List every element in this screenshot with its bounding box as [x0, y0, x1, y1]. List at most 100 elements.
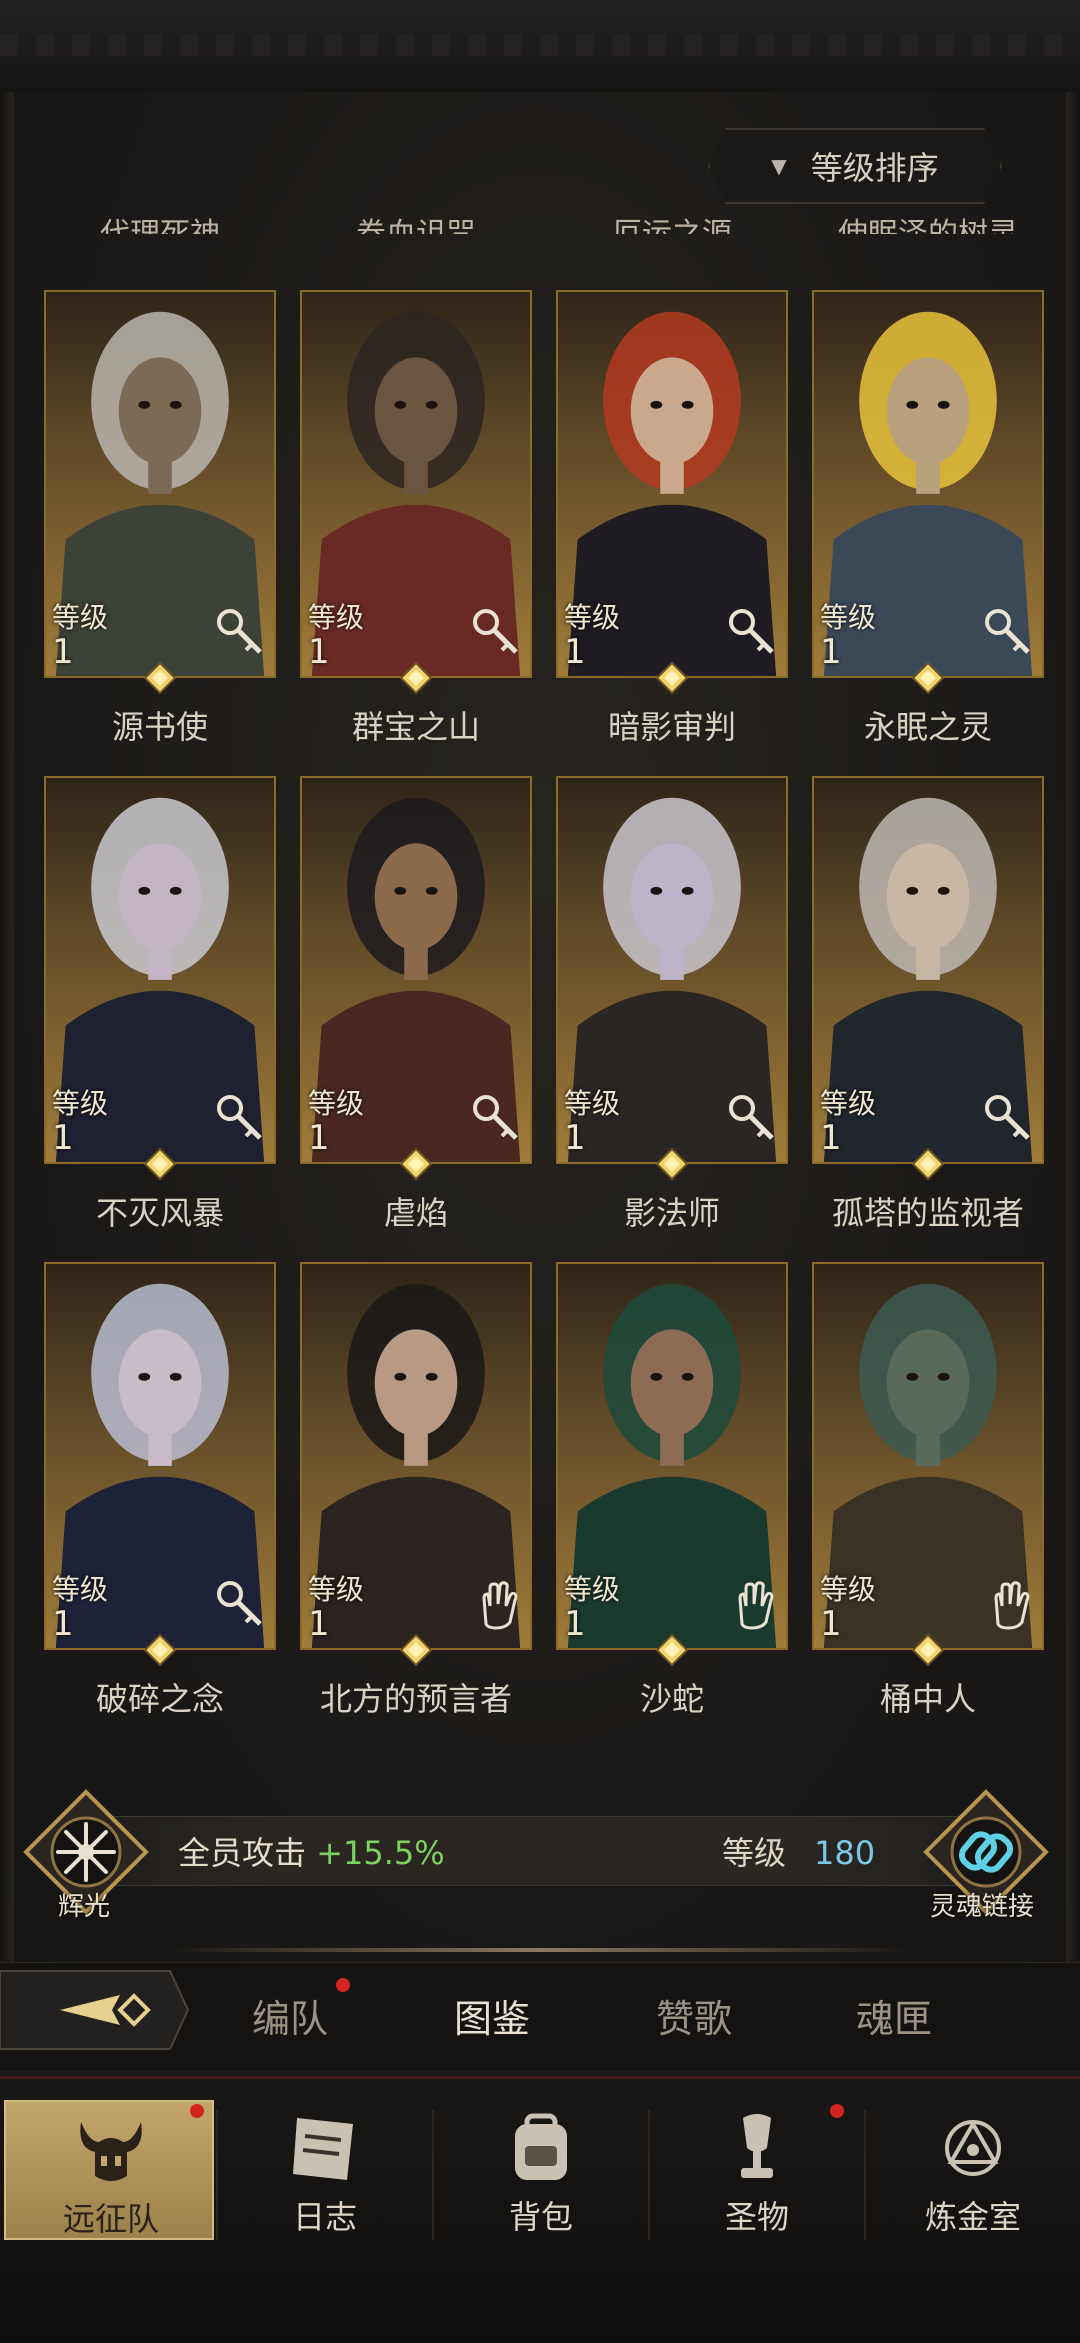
- level-value: 1: [564, 632, 586, 672]
- hero-name: 源书使: [111, 708, 208, 746]
- nav-separator: [864, 2110, 866, 2240]
- level-label: 等级: [564, 1573, 621, 1606]
- diamond-gem-icon: [912, 1148, 944, 1180]
- portrait-frame: 等级 1: [44, 290, 276, 678]
- hero-name: 虐焰: [383, 1194, 448, 1232]
- level-label: 等级: [820, 601, 877, 634]
- portrait-frame: 等级 1: [556, 776, 788, 1164]
- level-value: 1: [564, 1604, 586, 1644]
- attack-value: +15.5%: [316, 1834, 445, 1872]
- level-label: 等级: [820, 1087, 877, 1120]
- hand-icon: [738, 1581, 774, 1630]
- level-value: 1: [308, 1118, 330, 1158]
- nav-expedition[interactable]: 远征队: [4, 2100, 214, 2240]
- back-button-icon[interactable]: [0, 1965, 190, 2055]
- level-label: 等级: [820, 1573, 877, 1606]
- hero-name: 暗影审判: [607, 708, 736, 746]
- hand-icon: [994, 1581, 1030, 1630]
- backpack-icon: [515, 2113, 567, 2180]
- key-icon: [217, 609, 262, 654]
- top-frame: [0, 0, 1080, 94]
- divider: [170, 1948, 910, 1952]
- level-value: 1: [308, 632, 330, 672]
- nav-label: 日志: [292, 2198, 357, 2236]
- notification-dot: [190, 2104, 204, 2118]
- level-value: 1: [820, 632, 842, 672]
- nav-journal[interactable]: 日志: [220, 2100, 430, 2240]
- right-frame: [1066, 92, 1080, 1962]
- nav-relics[interactable]: 圣物: [652, 2100, 862, 2240]
- level-label: 等级: [308, 1087, 365, 1120]
- tab-formation[interactable]: 编队: [252, 1988, 328, 2043]
- diamond-gem-icon: [656, 1634, 688, 1666]
- nav-label: 远征队: [62, 2200, 159, 2238]
- nav-separator: [432, 2110, 434, 2240]
- attack-bonus: 全员攻击 +15.5%: [178, 1828, 445, 1874]
- total-level: 等级 180: [722, 1828, 875, 1874]
- top-name: 代理死神: [44, 206, 276, 234]
- key-icon: [729, 1095, 774, 1140]
- portrait-frame: 等级 1: [300, 1262, 532, 1650]
- total-level-value: 180: [814, 1834, 876, 1872]
- level-value: 1: [820, 1604, 842, 1644]
- nav-label: 圣物: [724, 2198, 789, 2236]
- hero-name: 影法师: [623, 1194, 720, 1232]
- scroll-icon: [293, 2118, 353, 2180]
- portrait-frame: 等级 1: [812, 290, 1044, 678]
- level-value: 1: [52, 1604, 74, 1644]
- portrait-frame: 等级 1: [812, 776, 1044, 1164]
- diamond-gem-icon: [400, 1634, 432, 1666]
- level-label: 等级: [52, 1573, 109, 1606]
- diamond-gem-icon: [912, 662, 944, 694]
- diamond-gem-icon: [656, 662, 688, 694]
- nav-backpack[interactable]: 背包: [436, 2100, 646, 2240]
- horned-helmet-icon: [80, 2122, 142, 2181]
- key-icon: [985, 609, 1030, 654]
- nav-label: 背包: [508, 2198, 573, 2236]
- notification-dot: [830, 2104, 844, 2118]
- level-value: 1: [564, 1118, 586, 1158]
- tab-codex[interactable]: 图鉴: [454, 1988, 530, 2043]
- tab-anthem[interactable]: 赞歌: [656, 1988, 732, 2043]
- portrait-frame: 等级 1: [300, 776, 532, 1164]
- nav-alchemy[interactable]: 炼金室: [868, 2100, 1078, 2240]
- level-label: 等级: [564, 601, 621, 634]
- diamond-gem-icon: [400, 662, 432, 694]
- total-level-label: 等级: [722, 1834, 787, 1872]
- hand-icon: [482, 1581, 518, 1630]
- key-icon: [217, 1581, 262, 1626]
- hero-name: 群宝之山: [351, 708, 480, 746]
- nav-label: 炼金室: [924, 2198, 1021, 2236]
- portrait-frame: 等级 1: [300, 290, 532, 678]
- portrait-frame: 等级 1: [556, 1262, 788, 1650]
- hero-name: 沙蛇: [639, 1680, 704, 1718]
- hero-name: 不灭风暴: [95, 1194, 224, 1232]
- hero-name: 桶中人: [879, 1680, 976, 1718]
- hero-name: 破碎之念: [95, 1680, 224, 1718]
- level-label: 等级: [308, 1573, 365, 1606]
- portrait-frame: 等级 1: [44, 1262, 276, 1650]
- diamond-gem-icon: [144, 662, 176, 694]
- key-icon: [473, 1095, 518, 1140]
- level-value: 1: [308, 1604, 330, 1644]
- dropdown-triangle-icon: ▼: [771, 154, 787, 178]
- level-value: 1: [52, 1118, 74, 1158]
- key-icon: [729, 609, 774, 654]
- top-name: 伸眠泽的树灵: [812, 206, 1044, 234]
- diamond-gem-icon: [400, 1148, 432, 1180]
- level-label: 等级: [52, 601, 109, 634]
- notification-dot: [336, 1978, 350, 1992]
- hero-name: 北方的预言者: [319, 1680, 512, 1718]
- level-label: 等级: [564, 1087, 621, 1120]
- nav-separator: [216, 2110, 218, 2240]
- level-value: 1: [820, 1118, 842, 1158]
- alchemy-icon: [945, 2120, 1001, 2176]
- portrait-frame: 等级 1: [812, 1262, 1044, 1650]
- level-value: 1: [52, 632, 74, 672]
- diamond-gem-icon: [144, 1634, 176, 1666]
- sort-label: 等级排序: [810, 149, 939, 187]
- portrait-frame: 等级 1: [44, 776, 276, 1164]
- diamond-gem-icon: [144, 1148, 176, 1180]
- sort-button[interactable]: ▼ 等级排序: [708, 128, 1002, 204]
- tab-soul-box[interactable]: 魂匣: [856, 1988, 932, 2043]
